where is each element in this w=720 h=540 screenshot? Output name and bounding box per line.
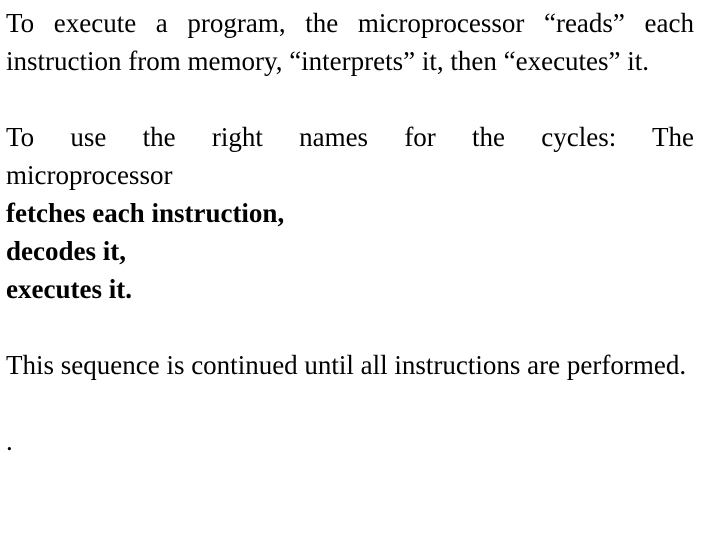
cycle-step-fetch: fetches each instruction, (6, 198, 285, 228)
paragraph-spacer-1 (6, 80, 694, 118)
paragraph-cycles-intro-line: To use the right names for the cycles: T… (6, 122, 694, 152)
cycle-step-decode: decodes it, (6, 236, 126, 266)
paragraph-cycles-intro-continuation: microprocessor (6, 160, 173, 190)
paragraph-sequence-continued: This sequence is continued until all ins… (6, 350, 687, 380)
trailing-period-mark: . (6, 426, 13, 456)
paragraph-execute-program: To execute a program, the microprocessor… (6, 8, 694, 76)
cycle-step-execute: executes it. (6, 274, 132, 304)
paragraph-spacer-3 (6, 384, 694, 422)
slide-body-text: To execute a program, the microprocessor… (6, 4, 694, 460)
slide-canvas: To execute a program, the microprocessor… (0, 0, 720, 540)
paragraph-spacer-2 (6, 308, 694, 346)
